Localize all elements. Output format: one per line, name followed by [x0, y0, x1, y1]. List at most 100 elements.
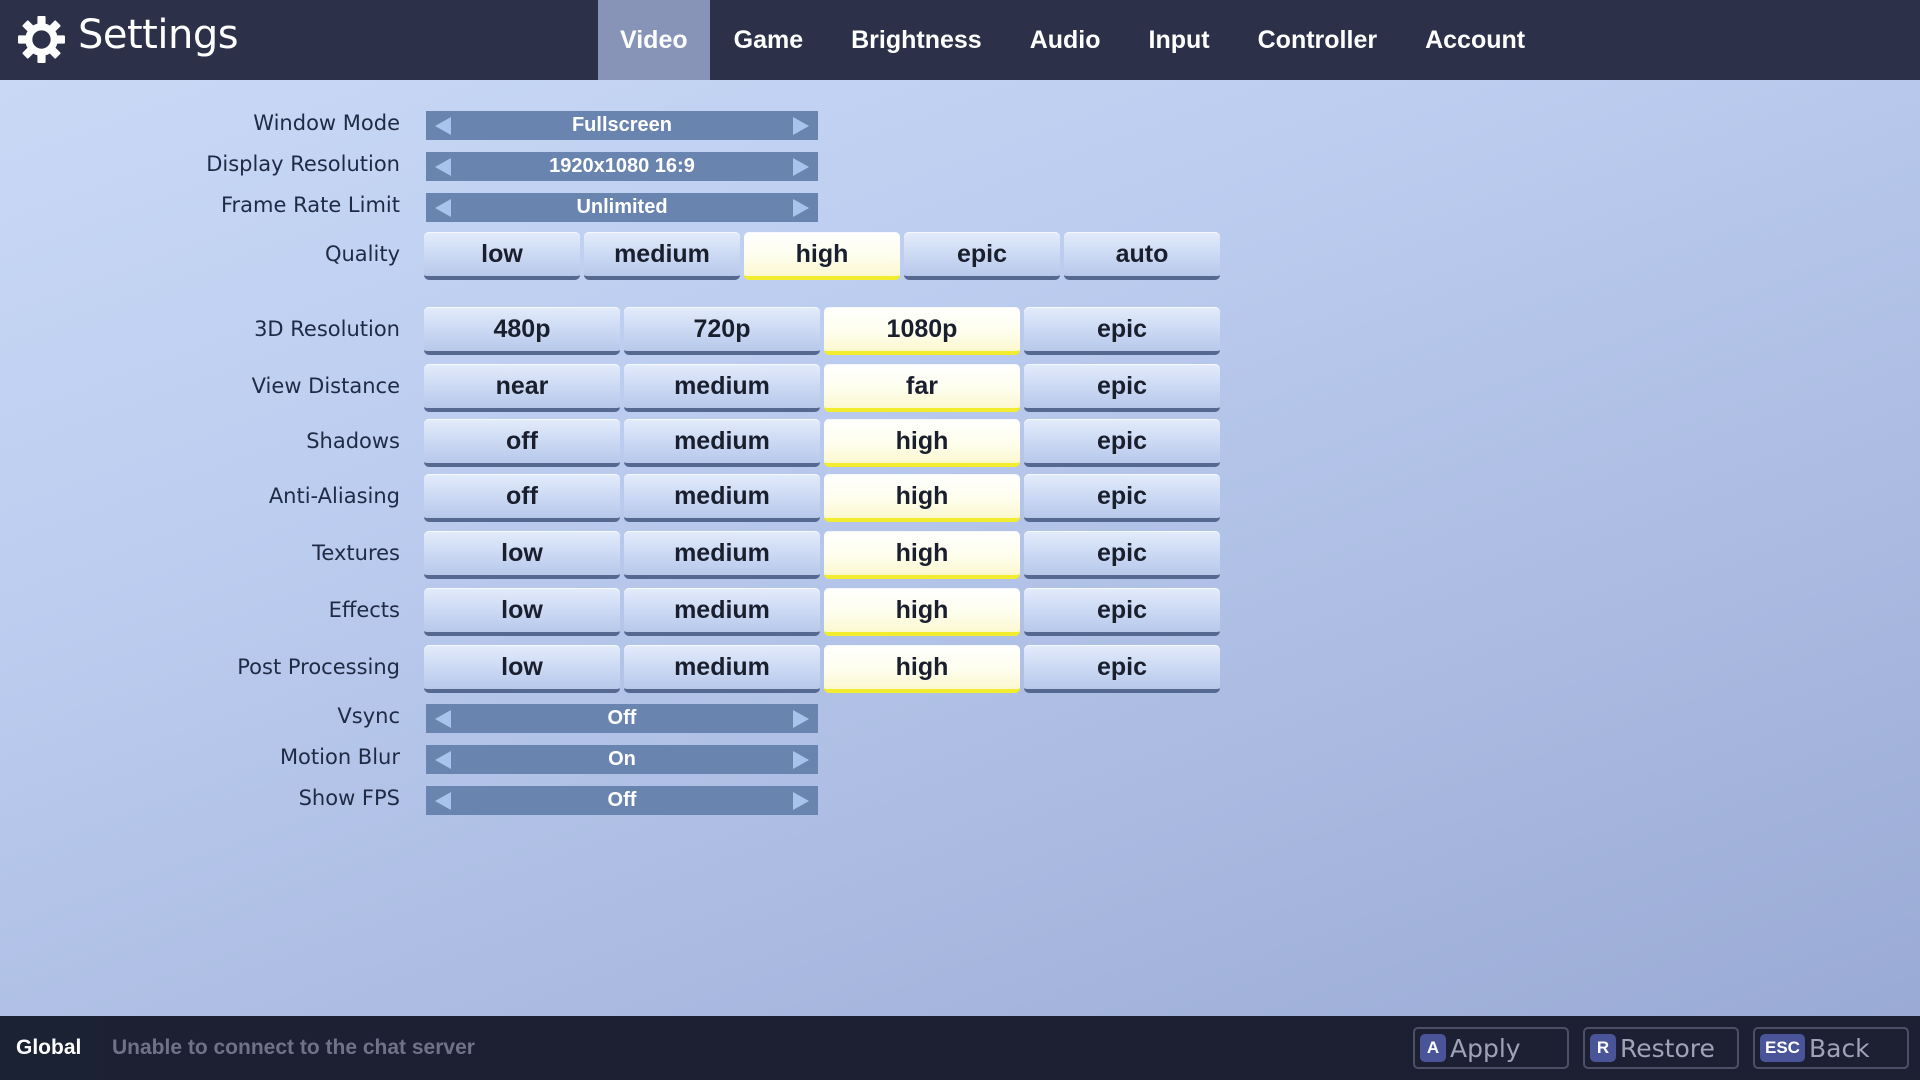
show-fps-label: Show FPS — [298, 786, 400, 810]
bottom-bar: Global Unable to connect to the chat ser… — [0, 1016, 1920, 1080]
key-r-icon: R — [1590, 1034, 1616, 1062]
shadows-options: off medium high epic — [424, 419, 1220, 467]
shadows-option[interactable]: epic — [1024, 419, 1220, 467]
arrow-right-icon[interactable] — [793, 751, 809, 769]
quality-option[interactable]: medium — [584, 232, 740, 280]
restore-button[interactable]: R Restore — [1583, 1027, 1739, 1069]
display-resolution-value: 1920x1080 16:9 — [549, 155, 695, 177]
anti-aliasing-option[interactable]: medium — [624, 474, 820, 522]
arrow-left-icon[interactable] — [435, 792, 451, 810]
arrow-right-icon[interactable] — [793, 158, 809, 176]
arrow-right-icon[interactable] — [793, 792, 809, 810]
effects-option[interactable]: high — [824, 588, 1020, 636]
apply-label: Apply — [1450, 1033, 1521, 1063]
show-fps-selector[interactable]: Off — [426, 786, 818, 815]
resolution-3d-option[interactable]: 480p — [424, 307, 620, 355]
shadows-option[interactable]: high — [824, 419, 1020, 467]
show-fps-value: Off — [607, 789, 637, 811]
display-resolution-selector[interactable]: 1920x1080 16:9 — [426, 152, 818, 181]
effects-option[interactable]: low — [424, 588, 620, 636]
key-a-icon: A — [1420, 1034, 1446, 1062]
top-bar: Settings Video Game Brightness Audio Inp… — [0, 0, 1920, 80]
shadows-option[interactable]: medium — [624, 419, 820, 467]
post-processing-option[interactable]: medium — [624, 645, 820, 693]
motion-blur-label: Motion Blur — [279, 745, 400, 769]
view-distance-options: near medium far epic — [424, 364, 1220, 412]
post-processing-option[interactable]: epic — [1024, 645, 1220, 693]
display-resolution-label: Display Resolution — [206, 152, 400, 176]
resolution-3d-option[interactable]: epic — [1024, 307, 1220, 355]
page-title: Settings — [78, 12, 239, 58]
arrow-right-icon[interactable] — [793, 710, 809, 728]
quality-option[interactable]: epic — [904, 232, 1060, 280]
frame-rate-limit-value: Unlimited — [576, 196, 668, 218]
view-distance-option[interactable]: medium — [624, 364, 820, 412]
effects-label: Effects — [328, 598, 400, 622]
textures-options: low medium high epic — [424, 531, 1220, 579]
post-processing-option[interactable]: low — [424, 645, 620, 693]
apply-button[interactable]: A Apply — [1413, 1027, 1569, 1069]
post-processing-options: low medium high epic — [424, 645, 1220, 693]
frame-rate-limit-label: Frame Rate Limit — [221, 193, 400, 217]
view-distance-label: View Distance — [251, 374, 400, 398]
tab-account[interactable]: Account — [1401, 0, 1549, 80]
resolution-3d-option[interactable]: 1080p — [824, 307, 1020, 355]
tab-input[interactable]: Input — [1125, 0, 1234, 80]
arrow-left-icon[interactable] — [435, 158, 451, 176]
tab-controller[interactable]: Controller — [1234, 0, 1401, 80]
chat-channel-label[interactable]: Global — [0, 1016, 97, 1080]
shadows-label: Shadows — [306, 429, 400, 453]
view-distance-option[interactable]: near — [424, 364, 620, 412]
chat-status-text: Unable to connect to the chat server — [112, 1036, 475, 1059]
tab-video[interactable]: Video — [598, 0, 710, 80]
arrow-right-icon[interactable] — [793, 117, 809, 135]
anti-aliasing-option[interactable]: high — [824, 474, 1020, 522]
vsync-value: Off — [607, 707, 637, 729]
effects-option[interactable]: epic — [1024, 588, 1220, 636]
restore-label: Restore — [1620, 1033, 1715, 1063]
resolution-3d-option[interactable]: 720p — [624, 307, 820, 355]
window-mode-value: Fullscreen — [571, 114, 673, 136]
back-button[interactable]: ESC Back — [1753, 1027, 1909, 1069]
textures-option[interactable]: medium — [624, 531, 820, 579]
anti-aliasing-option[interactable]: off — [424, 474, 620, 522]
view-distance-option[interactable]: far — [824, 364, 1020, 412]
post-processing-option[interactable]: high — [824, 645, 1020, 693]
quality-label: Quality — [324, 242, 400, 266]
window-mode-selector[interactable]: Fullscreen — [426, 111, 818, 140]
anti-aliasing-option[interactable]: epic — [1024, 474, 1220, 522]
quality-option[interactable]: low — [424, 232, 580, 280]
settings-tabs: Video Game Brightness Audio Input Contro… — [598, 0, 1549, 80]
arrow-left-icon[interactable] — [435, 710, 451, 728]
tab-brightness[interactable]: Brightness — [827, 0, 1006, 80]
textures-option[interactable]: epic — [1024, 531, 1220, 579]
quality-option[interactable]: high — [744, 232, 900, 280]
quality-option[interactable]: auto — [1064, 232, 1220, 280]
motion-blur-value: On — [608, 748, 636, 770]
textures-label: Textures — [312, 541, 400, 565]
textures-option[interactable]: high — [824, 531, 1020, 579]
resolution-3d-options: 480p 720p 1080p epic — [424, 307, 1220, 355]
arrow-left-icon[interactable] — [435, 117, 451, 135]
gear-icon — [18, 16, 65, 63]
key-esc-icon: ESC — [1760, 1034, 1805, 1062]
quality-options: low medium high epic auto — [424, 232, 1220, 280]
effects-option[interactable]: medium — [624, 588, 820, 636]
frame-rate-limit-selector[interactable]: Unlimited — [426, 193, 818, 222]
shadows-option[interactable]: off — [424, 419, 620, 467]
effects-options: low medium high epic — [424, 588, 1220, 636]
motion-blur-selector[interactable]: On — [426, 745, 818, 774]
vsync-selector[interactable]: Off — [426, 704, 818, 733]
anti-aliasing-label: Anti-Aliasing — [268, 484, 400, 508]
back-label: Back — [1808, 1033, 1870, 1063]
window-mode-label: Window Mode — [253, 111, 400, 135]
arrow-left-icon[interactable] — [435, 199, 451, 217]
arrow-left-icon[interactable] — [435, 751, 451, 769]
tab-game[interactable]: Game — [710, 0, 827, 80]
resolution-3d-label: 3D Resolution — [254, 317, 400, 341]
arrow-right-icon[interactable] — [793, 199, 809, 217]
tab-audio[interactable]: Audio — [1006, 0, 1125, 80]
anti-aliasing-options: off medium high epic — [424, 474, 1220, 522]
textures-option[interactable]: low — [424, 531, 620, 579]
view-distance-option[interactable]: epic — [1024, 364, 1220, 412]
